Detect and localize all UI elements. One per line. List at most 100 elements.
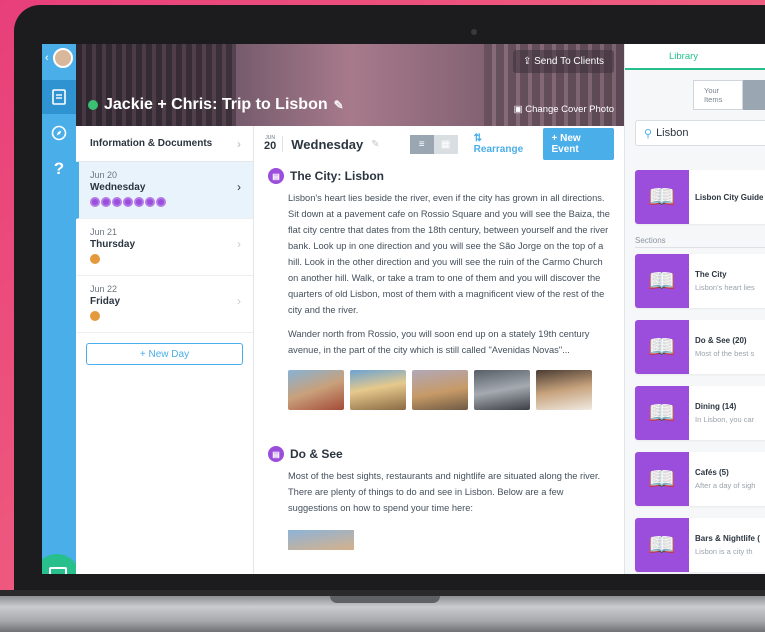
photo-thumbnail[interactable] xyxy=(288,530,354,550)
section-paragraph: Wander north from Rossio, you will soon … xyxy=(288,329,590,355)
new-event-button[interactable]: + New Event xyxy=(543,128,614,160)
book-icon xyxy=(156,197,166,207)
section-paragraph: Lisbon's heart lies beside the river, ev… xyxy=(288,193,610,315)
sections-heading: Sections xyxy=(635,236,765,248)
edit-pencil-icon[interactable]: ✎ xyxy=(371,139,379,150)
info-documents-item[interactable]: Information & Documents › xyxy=(76,126,253,162)
book-icon: 📖 xyxy=(635,386,689,440)
laptop-notch xyxy=(330,596,440,603)
day-name: Friday xyxy=(90,296,121,307)
book-icon xyxy=(101,197,111,207)
search-value: Lisbon xyxy=(656,127,689,139)
item-name: Dining (14) xyxy=(695,402,737,411)
guide-name: Lisbon City Guide xyxy=(695,192,764,202)
chevron-right-icon: › xyxy=(237,136,241,151)
photo-thumbnail[interactable] xyxy=(288,370,344,410)
section-paragraph: Most of the best sights, restaurants and… xyxy=(288,471,601,513)
photo-thumbnail[interactable] xyxy=(350,370,406,410)
your-items-toggle[interactable]: Your Items xyxy=(693,80,743,110)
icon-rail: ‹ ? xyxy=(42,44,76,574)
section-title[interactable]: ▤ The City: Lisbon xyxy=(268,168,610,184)
section-title-text: The City: Lisbon xyxy=(290,169,384,183)
section-title[interactable]: ▤ Do & See xyxy=(268,446,610,462)
book-icon: 📖 xyxy=(635,518,689,572)
book-icon: 📖 xyxy=(635,254,689,308)
change-cover-label: Change Cover Photo xyxy=(525,104,614,115)
event-icons xyxy=(90,197,241,207)
library-toggle-active[interactable] xyxy=(743,80,765,110)
library-toggle: Your Items xyxy=(693,80,765,110)
no-entry-icon xyxy=(90,254,100,264)
date-badge: JUN 20 xyxy=(264,136,284,152)
library-item[interactable]: 📖 Do & See (20) Most of the best s xyxy=(635,320,765,374)
cover-photo: ⇪ Send To Clients Jackie + Chris: Trip t… xyxy=(76,44,624,126)
rearrange-label: Rearrange xyxy=(473,144,524,155)
photo-strip xyxy=(288,370,610,410)
photo-thumbnail[interactable] xyxy=(412,370,468,410)
chevron-left-icon[interactable]: ‹ xyxy=(45,52,49,64)
list-view-icon[interactable]: ≡ xyxy=(409,134,434,154)
item-name: Cafés (5) xyxy=(695,468,729,477)
day-name: Thursday xyxy=(90,239,136,250)
rearrange-button[interactable]: ⇅ Rearrange xyxy=(474,133,530,155)
book-icon xyxy=(123,197,133,207)
day-title: Wednesday xyxy=(291,136,364,152)
item-desc: After a day of sigh xyxy=(695,481,756,490)
day-date: Jun 21 xyxy=(90,227,118,237)
new-day-button[interactable]: + New Day xyxy=(86,343,243,365)
chevron-right-icon: › xyxy=(237,294,241,308)
book-icon xyxy=(134,197,144,207)
day-header: JUN 20 Wednesday ✎ ≡ ▦ ⇅ Rearrange + New… xyxy=(254,126,624,162)
compass-icon[interactable] xyxy=(42,116,76,150)
tab-library[interactable]: Library xyxy=(625,44,765,70)
day-date: Jun 20 xyxy=(90,170,118,180)
photo-thumbnail[interactable] xyxy=(536,370,592,410)
library-item[interactable]: 📖 Cafés (5) After a day of sigh xyxy=(635,452,765,506)
view-toggle: ≡ ▦ xyxy=(409,134,458,154)
item-desc: Most of the best s xyxy=(695,349,755,358)
date-day: 20 xyxy=(264,140,277,152)
photo-thumbnail[interactable] xyxy=(474,370,530,410)
no-entry-icon xyxy=(90,311,100,321)
item-desc: In Lisbon, you car xyxy=(695,415,755,424)
library-panel: Library Your Items ⚲ Lisbon 📖 Lisbon Cit… xyxy=(624,44,765,574)
day-item-jun-22[interactable]: Jun 22 Friday › xyxy=(76,276,253,333)
camera-icon xyxy=(471,29,477,35)
day-item-jun-21[interactable]: Jun 21 Thursday › xyxy=(76,219,253,276)
day-date: Jun 22 xyxy=(90,284,118,294)
chevron-right-icon: › xyxy=(237,180,241,194)
calendar-view-icon[interactable]: ▦ xyxy=(433,134,458,154)
book-icon xyxy=(145,197,155,207)
app-screen: ‹ ? ⇪ Send To Clients Jackie + Chris: Tr… xyxy=(42,44,765,574)
avatar[interactable] xyxy=(53,48,73,68)
item-name: Do & See (20) xyxy=(695,336,747,345)
status-dot-icon xyxy=(88,100,98,110)
book-icon: 📖 xyxy=(635,170,689,224)
help-icon[interactable]: ? xyxy=(42,152,76,186)
item-name: The City xyxy=(695,270,727,279)
day-detail: JUN 20 Wednesday ✎ ≡ ▦ ⇅ Rearrange + New… xyxy=(254,126,624,574)
edit-pencil-icon[interactable]: ✎ xyxy=(334,98,344,112)
day-item-jun-20[interactable]: Jun 20 Wednesday › xyxy=(76,162,253,219)
trip-title-text: Jackie + Chris: Trip to Lisbon xyxy=(104,96,328,113)
section-title-text: Do & See xyxy=(290,447,343,461)
search-icon: ⚲ xyxy=(644,127,653,140)
library-item[interactable]: 📖 Bars & Nightlife ( Lisbon is a city th xyxy=(635,518,765,572)
item-desc: Lisbon's heart lies xyxy=(695,283,755,292)
chevron-right-icon: › xyxy=(237,237,241,251)
day-list: Information & Documents › Jun 20 Wednesd… xyxy=(76,126,254,574)
document-icon[interactable] xyxy=(42,80,76,114)
change-cover-button[interactable]: ▣ Change Cover Photo xyxy=(514,104,614,115)
library-item[interactable]: 📖 The City Lisbon's heart lies xyxy=(635,254,765,308)
book-icon: 📖 xyxy=(635,320,689,374)
library-item[interactable]: 📖 Dining (14) In Lisbon, you car xyxy=(635,386,765,440)
guide-card[interactable]: 📖 Lisbon City Guide xyxy=(635,170,765,224)
item-desc: Lisbon is a city th xyxy=(695,547,753,556)
book-icon xyxy=(112,197,122,207)
send-to-clients-button[interactable]: ⇪ Send To Clients xyxy=(512,50,614,73)
search-input[interactable]: ⚲ Lisbon xyxy=(635,120,765,146)
book-icon: ▤ xyxy=(268,446,284,462)
section-the-city: ▤ The City: Lisbon Lisbon's heart lies b… xyxy=(254,162,624,410)
section-do-and-see: ▤ Do & See Most of the best sights, rest… xyxy=(254,440,624,550)
book-icon: ▤ xyxy=(268,168,284,184)
